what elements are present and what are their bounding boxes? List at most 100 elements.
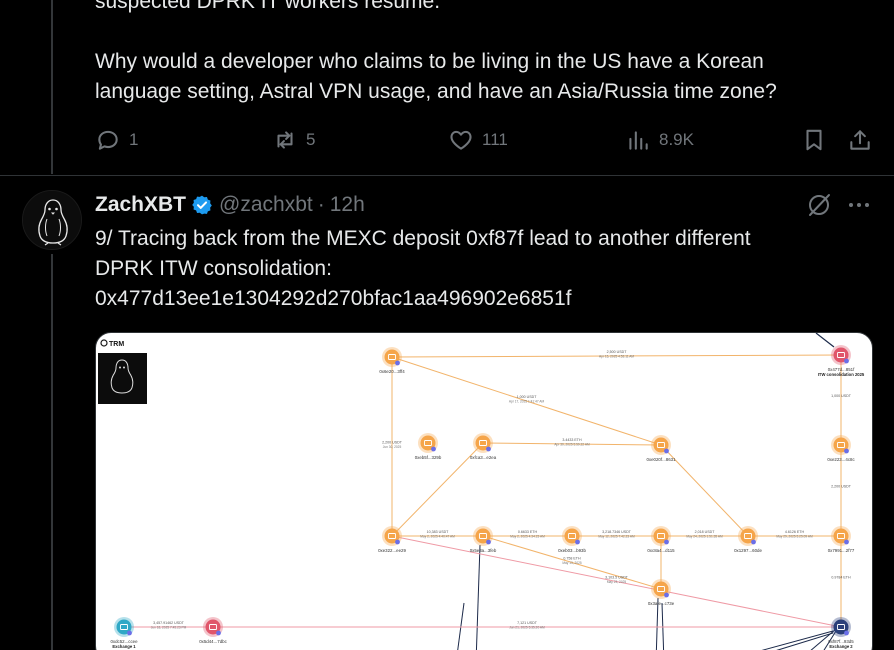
bookmark-button[interactable] xyxy=(801,124,827,156)
graph-node-n8: 0x5e3a...3feb xyxy=(470,526,497,553)
graph-node-badge xyxy=(664,539,669,545)
tweet-time[interactable]: 12h xyxy=(330,193,365,217)
share-icon xyxy=(850,130,870,150)
graph-edge-date: Apr 30, 2025 5:59:22 AM xyxy=(554,443,590,447)
tweet-media-image[interactable]: TRM 2,500 USDT Apr 15, 2025 4:53:11 AM 2,2… xyxy=(95,332,873,650)
graph-node-n1: 0x6e20...3ff4 xyxy=(379,347,405,374)
avatar[interactable] xyxy=(22,190,82,250)
graph-edge-date: May 2, 2025 4:34:23 AM xyxy=(510,535,545,539)
graph-edge-amount: 1,000 USDT xyxy=(517,395,538,399)
graph-edge-amount: 2,018 USDT xyxy=(695,530,716,534)
prev-tweet-line-2: language setting, Astral VPN usage, and … xyxy=(95,80,777,103)
graph-node-n12: 0x7991...2f77 xyxy=(828,526,855,553)
trm-transaction-graph: TRM 2,500 USDTApr 15, 2025 4:53:11 AM 2,2… xyxy=(98,333,865,650)
header-separator: · xyxy=(317,193,325,216)
views-button[interactable]: 8.9K xyxy=(625,124,694,156)
trm-brand-text: TRM xyxy=(109,341,124,348)
graph-node-badge xyxy=(751,539,756,545)
repost-button[interactable]: 5 xyxy=(272,124,315,156)
thread-line-top xyxy=(51,0,53,174)
prev-tweet-actions: 1 5 111 8.9K xyxy=(95,124,875,156)
graph-node-n14: 0xdc52...cceeExchange 1 xyxy=(110,617,138,649)
thread-line-bottom xyxy=(51,254,53,650)
graph-node-sublabel: ITW consolidation 2025 xyxy=(818,372,865,377)
graph-node-label: 0xfca3...e2ea xyxy=(470,455,497,460)
graph-edge-amount: 3,457.91462 USDT xyxy=(153,621,185,625)
graph-edge-amount: 10,383 USDT xyxy=(427,530,450,534)
like-button[interactable]: 111 xyxy=(448,124,508,156)
graph-edge-amount: 2,500 USDT xyxy=(607,350,628,354)
graph-node-label: 0xe322...ee29 xyxy=(378,548,406,553)
graph-node-label: 0x3afe...c73e xyxy=(648,601,675,606)
graph-node-badge xyxy=(844,358,849,364)
graph-edge-date: May 12, 2025 7:42:23 AM xyxy=(598,535,635,539)
bookmark-icon xyxy=(806,129,822,151)
graph-edge-incoming xyxy=(815,333,835,348)
views-icon xyxy=(629,131,648,150)
graph-edge-offscreen-6 xyxy=(761,630,834,650)
graph-node-label: 0x5e3a...3feb xyxy=(470,548,497,553)
views-count: 8.9K xyxy=(659,130,694,149)
graph-node-badge xyxy=(127,630,132,636)
share-button[interactable] xyxy=(847,124,873,156)
author-name[interactable]: ZachXBT xyxy=(95,193,186,217)
graph-node-n2: 0xeb5f...329b xyxy=(415,433,442,460)
trm-logo: TRM xyxy=(100,339,124,348)
graph-edge-date: May 24, 2025 1:51:35 AM xyxy=(686,535,723,539)
graph-edge-date: Jun 21, 2025 5:35:20 AM xyxy=(509,626,545,630)
graph-node-n7: 0xe322...ee29 xyxy=(378,526,406,553)
graph-node-badge xyxy=(575,539,580,545)
grok-icon[interactable] xyxy=(805,191,833,219)
graph-node-badge xyxy=(486,446,491,452)
graph-edge-date: Apr 17, 2025 1:41:47 AM xyxy=(509,400,545,404)
graph-node-sublabel: Exchange 1 xyxy=(112,644,136,649)
graph-node-label: 0xe020f...8631 xyxy=(646,457,676,462)
graph-node-badge xyxy=(431,446,436,452)
graph-node-badge xyxy=(395,539,400,545)
graph-node-badge xyxy=(844,448,849,454)
graph-edge-amount: 3,103.5 USDT xyxy=(605,576,629,580)
graph-node-sublabel: Exchange 2 xyxy=(829,644,853,649)
graph-node-n5: 0xe223...4c8c xyxy=(827,435,855,462)
tweet-text-address: 0x477d13ee1e1304292d270bfac1aa496902e685… xyxy=(95,287,572,310)
like-count: 111 xyxy=(482,130,508,149)
graph-edge-date: May 23, 2025 xyxy=(607,580,627,584)
graph-node-label: 0xeb03...b93b xyxy=(558,548,586,553)
graph-node-label: 0x1297...60de xyxy=(734,548,762,553)
graph-node-n10: 0xc8a4...d115 xyxy=(647,526,675,553)
graph-node-label: 0x5d44...7dbc xyxy=(199,639,227,644)
prev-tweet-partial-line: suspected DPRK IT workers resume. xyxy=(95,0,441,13)
graph-node-badge xyxy=(664,592,669,598)
more-options-icon[interactable] xyxy=(846,192,872,218)
graph-node-badge xyxy=(395,360,400,366)
graph-node-label: 0xeb5f...329b xyxy=(415,455,442,460)
graph-edge-date: Jun 30, 2025 xyxy=(383,445,402,449)
reply-count: 1 xyxy=(129,130,139,149)
penguin-avatar-icon xyxy=(23,191,81,249)
graph-edge-amount: 0.6633 ETH xyxy=(518,530,538,534)
graph-edge-amount: 1,000 USDT xyxy=(831,394,852,398)
tweet-text-line-2: DPRK ITW consolidation: xyxy=(95,257,332,280)
graph-node-label: 0x6e20...3ff4 xyxy=(379,369,405,374)
author-handle[interactable]: @zachxbt xyxy=(219,193,313,217)
graph-edge-amount: 2,200 USDT xyxy=(831,485,852,489)
graph-edge-amount: 0.758 ETH xyxy=(563,557,581,561)
reply-button[interactable]: 1 xyxy=(95,124,138,156)
graph-node-n6: 0x477d...851fITW consolidation 2025 xyxy=(818,345,865,377)
tweet-text-line-1: 9/ Tracing back from the MEXC deposit 0x… xyxy=(95,227,751,250)
heart-icon xyxy=(450,130,472,150)
graph-edge-date: May 2, 2025 4:40:47 AM xyxy=(420,535,455,539)
graph-edge-amount: 3,218.7346 USDT xyxy=(602,530,632,534)
graph-node-label: 0x7991...2f77 xyxy=(828,548,855,553)
graph-node-label: 0xc8a4...d115 xyxy=(647,548,675,553)
prev-tweet-line-1: Why would a developer who claims to be l… xyxy=(95,50,764,73)
graph-nodes: 0x6e20...3ff4 0xeb5f...329b 0xfca3...e2ea 0… xyxy=(110,345,865,649)
graph-node-n11: 0x1297...60de xyxy=(734,526,762,553)
graph-edge-amount: 4.6126 ETH xyxy=(785,530,805,534)
graph-node-label: 0xe223...4c8c xyxy=(827,457,855,462)
graph-node-badge xyxy=(844,539,849,545)
graph-node-n15: 0x5d44...7dbc xyxy=(199,617,228,644)
repost-count: 5 xyxy=(306,130,316,149)
repost-icon xyxy=(277,131,293,149)
graph-node-badge xyxy=(664,448,669,454)
